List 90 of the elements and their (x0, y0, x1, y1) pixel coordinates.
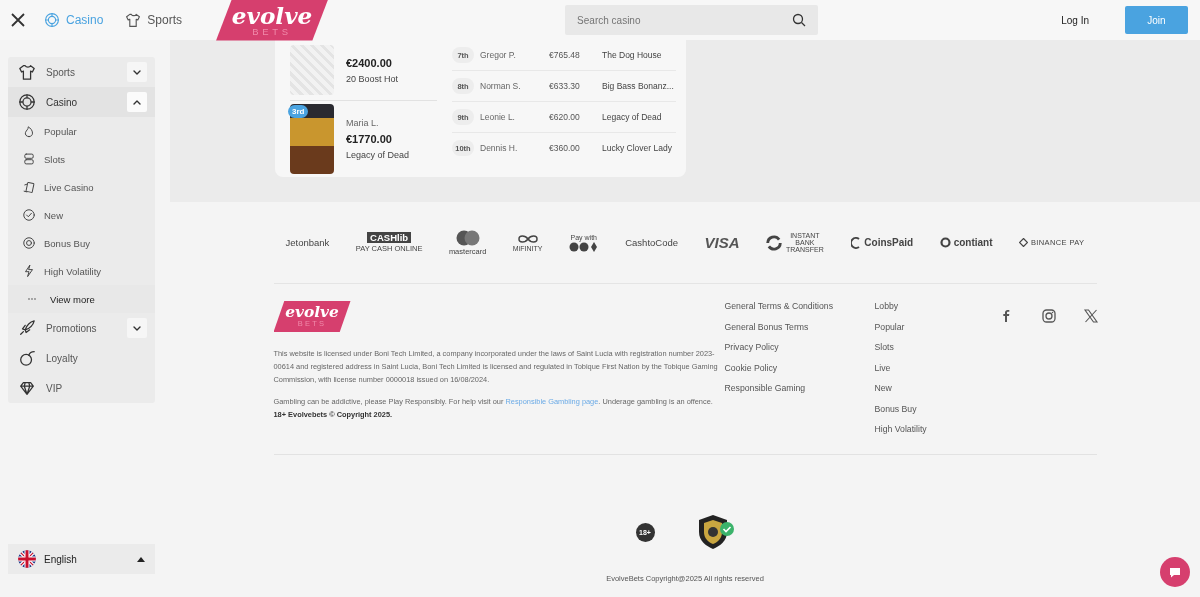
flame-icon (22, 124, 36, 138)
win-amount: €2400.00 (346, 56, 393, 69)
player-name: Gregor P. (480, 50, 517, 60)
nav-tab[interactable]: Sports (125, 12, 183, 28)
expand-toggle[interactable] (127, 62, 147, 82)
crypto-coins-icon (568, 241, 599, 252)
payment-logo: CashtoCode (625, 237, 679, 248)
lightning-icon (22, 264, 36, 278)
ring-icon (939, 237, 951, 248)
footer-link[interactable]: Slots (874, 342, 999, 352)
game-title: Lucky Clover Lady (602, 143, 672, 153)
instagram-icon[interactable] (1040, 308, 1057, 324)
game-title: 20 Boost Hot (346, 73, 399, 84)
language-selector[interactable]: English (8, 544, 155, 574)
coin-icon (851, 236, 862, 249)
sidebar-subitem[interactable]: Live Casino (8, 173, 155, 201)
chat-button[interactable] (1160, 557, 1190, 587)
footer-link[interactable]: General Bonus Terms (724, 321, 875, 332)
chip-icon (22, 236, 36, 250)
win-amount: €620.00 (549, 112, 581, 122)
player-name: Maria L. (346, 118, 380, 128)
footer-link[interactable]: New (874, 383, 999, 393)
sidebar-subitem[interactable]: Popular (8, 117, 155, 145)
win-amount: €765.48 (549, 50, 581, 60)
sidebar-item-label: Sports (46, 66, 75, 78)
footer-link[interactable]: Responsible Gaming (724, 383, 875, 393)
game-title: Big Bass Bonanz... (602, 81, 674, 91)
diamond-icon (18, 379, 36, 397)
sidebar-item[interactable]: VIP (8, 373, 155, 403)
win-amount: €360.00 (549, 143, 581, 153)
sidebar-subitem[interactable]: New (8, 201, 155, 229)
chip-icon (44, 12, 60, 28)
game-thumbnail[interactable] (290, 104, 334, 174)
expand-toggle[interactable] (127, 318, 147, 338)
jersey-icon (125, 12, 142, 28)
footer-link[interactable]: Live (874, 362, 999, 373)
sidebar-item-label: Casino (46, 96, 78, 108)
caret-up-icon (137, 556, 145, 562)
logo-subtext: BETS (252, 26, 292, 37)
payment-logo: Jetonbank (285, 237, 330, 248)
sidebar-item[interactable]: Loyalty (8, 343, 155, 373)
logo-text: evolve (285, 305, 339, 321)
game-title: Legacy of Dead (346, 150, 410, 160)
win-amount: €1770.00 (346, 133, 393, 145)
sidebar-item[interactable]: Promotions (8, 313, 155, 343)
sidebar-subitem[interactable]: Slots (8, 145, 155, 173)
player-name: Norman S. (480, 81, 522, 91)
game-title: Legacy of Dead (602, 112, 662, 122)
win-amount: €633.30 (549, 81, 581, 91)
jersey-icon (18, 63, 36, 81)
diamond-icon (1018, 238, 1028, 247)
logo-text: evolve (231, 3, 313, 27)
check-badge-icon (22, 208, 36, 222)
player-name: Leonie L. (480, 112, 516, 122)
sidebar-subitem[interactable]: Bonus Buy (8, 229, 155, 257)
payment-logo: contiant (939, 237, 993, 248)
rank-badge: 3rd (288, 105, 309, 118)
payment-logo: VISA (704, 234, 740, 251)
chip-icon (18, 93, 36, 111)
sidebar-item-label: VIP (46, 382, 63, 394)
flag-icon (18, 550, 36, 568)
rocket-icon (18, 319, 36, 337)
logo[interactable]: evolve BETS (216, 0, 329, 41)
close-icon[interactable] (10, 12, 26, 28)
footer-link[interactable]: High Volatility (874, 424, 999, 434)
sidebar-item[interactable]: Sports (8, 57, 155, 87)
payment-logo: CoinsPaid (851, 236, 914, 249)
sidebar-item-label: Loyalty (46, 352, 78, 364)
login-button[interactable]: Log In (1055, 13, 1095, 27)
infinity-icon (515, 233, 540, 244)
footer-link[interactable]: General Terms & Conditions (724, 301, 875, 311)
chat-bubble-icon (1168, 565, 1182, 579)
expand-toggle[interactable] (127, 92, 147, 112)
footer-link[interactable]: Popular (874, 321, 999, 332)
footer-link[interactable]: Privacy Policy (724, 342, 875, 352)
game-title: The Dog House (602, 50, 662, 60)
search-icon (792, 13, 807, 27)
circular-arrows-icon (765, 234, 782, 251)
search-field[interactable]: Search casino (565, 5, 819, 35)
bomb-icon (18, 349, 36, 367)
footer-link[interactable]: Bonus Buy (874, 403, 999, 414)
sidebar-subitem[interactable]: High Volatility (8, 257, 155, 285)
sidebar-item[interactable]: Casino (8, 87, 155, 117)
sidebar-item-label: Promotions (46, 322, 97, 334)
player-name: Dennis H. (480, 143, 519, 153)
slot-machine-icon (22, 152, 36, 166)
footer-link[interactable]: Cookie Policy (724, 362, 875, 373)
x-logo-icon[interactable] (1082, 308, 1099, 324)
footer-link[interactable]: Lobby (874, 301, 999, 311)
playing-cards-icon (22, 180, 36, 194)
